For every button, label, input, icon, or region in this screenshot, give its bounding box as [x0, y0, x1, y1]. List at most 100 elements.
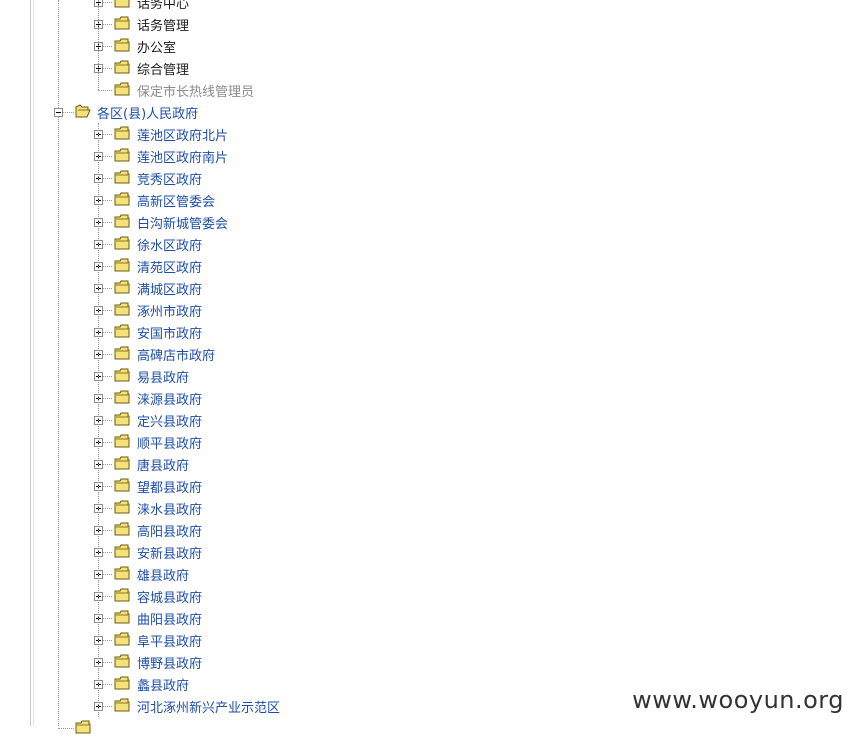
- tree-node-label[interactable]: 综合管理: [137, 59, 189, 78]
- folder-icon: [114, 324, 130, 338]
- tree-node-district-child[interactable]: 阜平县政府: [0, 629, 640, 651]
- tree-node-label[interactable]: 曲阳县政府: [137, 609, 202, 628]
- tree-guide-horizontal: [58, 728, 74, 729]
- collapse-minus-icon[interactable]: [54, 108, 63, 117]
- tree-node-label[interactable]: 莲池区政府北片: [137, 125, 228, 144]
- folder-icon: [114, 192, 130, 206]
- folder-icon: [114, 544, 130, 558]
- tree-node-district-child[interactable]: 高碑店市政府: [0, 343, 640, 365]
- tree-node-district-child[interactable]: 易县政府: [0, 365, 640, 387]
- tree-node-label[interactable]: 安新县政府: [137, 543, 202, 562]
- tree-node-label[interactable]: 高阳县政府: [137, 521, 202, 540]
- folder-icon: [114, 456, 130, 470]
- folder-icon: [114, 654, 130, 668]
- tree-node-district-child[interactable]: 满城区政府: [0, 277, 640, 299]
- tree-node-label[interactable]: 清苑区政府: [137, 257, 202, 276]
- tree-node[interactable]: 办公室: [0, 35, 640, 57]
- folder-icon: [114, 16, 130, 30]
- tree-node-label[interactable]: 雄县政府: [137, 565, 189, 584]
- tree-node[interactable]: 综合管理: [0, 57, 640, 79]
- tree-node-district-child[interactable]: 涞源县政府: [0, 387, 640, 409]
- tree-node-district-child[interactable]: 蠡县政府: [0, 673, 640, 695]
- tree-node-label[interactable]: 定兴县政府: [137, 411, 202, 430]
- tree-node-label[interactable]: 河北涿州新兴产业示范区: [137, 697, 280, 716]
- tree-node-label[interactable]: 安国市政府: [137, 323, 202, 342]
- tree-node-district-child[interactable]: 容城县政府: [0, 585, 640, 607]
- folder-icon: [114, 82, 130, 96]
- folder-icon: [75, 720, 91, 734]
- folder-icon: [114, 412, 130, 426]
- folder-icon: [114, 258, 130, 272]
- tree-node-district-child[interactable]: 望都县政府: [0, 475, 640, 497]
- tree-node-district-child[interactable]: 曲阳县政府: [0, 607, 640, 629]
- tree-node-district-child[interactable]: 莲池区政府南片: [0, 145, 640, 167]
- folder-icon: [114, 434, 130, 448]
- tree-node-label[interactable]: 保定市长热线管理员: [137, 81, 254, 100]
- tree-node-district-child[interactable]: 莲池区政府北片: [0, 123, 640, 145]
- tree-guide-vertical: [98, 123, 99, 717]
- tree-node-label[interactable]: 徐水区政府: [137, 235, 202, 254]
- tree-node-label[interactable]: 莲池区政府南片: [137, 147, 228, 166]
- folder-icon: [114, 632, 130, 646]
- tree-node-label[interactable]: 办公室: [137, 37, 176, 56]
- folder-icon: [114, 346, 130, 360]
- tree-guide-vertical: [98, 0, 99, 90]
- folder-icon: [114, 236, 130, 250]
- tree-node-district-child[interactable]: 白沟新城管委会: [0, 211, 640, 233]
- folder-icon: [114, 170, 130, 184]
- folder-icon: [114, 148, 130, 162]
- tree-node-label[interactable]: 阜平县政府: [137, 631, 202, 650]
- tree-node-label[interactable]: 白沟新城管委会: [137, 213, 228, 232]
- tree-node-label[interactable]: 博野县政府: [137, 653, 202, 672]
- folder-icon: [114, 0, 130, 8]
- tree-node-label[interactable]: 易县政府: [137, 367, 189, 386]
- tree-node-label[interactable]: 顺平县政府: [137, 433, 202, 452]
- tree-node-district-child[interactable]: 唐县政府: [0, 453, 640, 475]
- tree-node-label[interactable]: 容城县政府: [137, 587, 202, 606]
- tree-node-district-child[interactable]: 雄县政府: [0, 563, 640, 585]
- tree-node[interactable]: 话务管理: [0, 13, 640, 35]
- folder-icon: [114, 302, 130, 316]
- tree-node-district-child[interactable]: 高阳县政府: [0, 519, 640, 541]
- folder-icon: [114, 500, 130, 514]
- tree-node-district-child[interactable]: 顺平县政府: [0, 431, 640, 453]
- tree-node[interactable]: 保定市长热线管理员: [0, 79, 640, 101]
- tree-node-label[interactable]: 涞源县政府: [137, 389, 202, 408]
- folder-icon: [114, 698, 130, 712]
- folder-icon: [114, 280, 130, 294]
- tree-node-label[interactable]: 话务管理: [137, 15, 189, 34]
- tree-node-district-child[interactable]: 安国市政府: [0, 321, 640, 343]
- watermark: www.wooyun.org: [632, 686, 844, 714]
- tree-node-label[interactable]: 高新区管委会: [137, 191, 215, 210]
- folder-icon: [114, 566, 130, 580]
- tree-node-district-child[interactable]: 徐水区政府: [0, 233, 640, 255]
- folder-icon: [114, 368, 130, 382]
- tree-node-label[interactable]: 唐县政府: [137, 455, 189, 474]
- tree-node-district-child[interactable]: 涞水县政府: [0, 497, 640, 519]
- tree-node[interactable]: 话务中心: [0, 0, 640, 13]
- folder-icon: [114, 126, 130, 140]
- tree-node-label[interactable]: 各区(县)人民政府: [97, 103, 198, 122]
- tree-node-label[interactable]: 竞秀区政府: [137, 169, 202, 188]
- tree-node-label[interactable]: 满城区政府: [137, 279, 202, 298]
- tree-node-label[interactable]: 望都县政府: [137, 477, 202, 496]
- tree-node-label[interactable]: 蠡县政府: [137, 675, 189, 694]
- tree-node-label[interactable]: 涞水县政府: [137, 499, 202, 518]
- folder-icon: [114, 588, 130, 602]
- folder-icon: [114, 522, 130, 536]
- tree-node-district-child[interactable]: 博野县政府: [0, 651, 640, 673]
- tree-node-district-child[interactable]: 涿州市政府: [0, 299, 640, 321]
- tree-node-district-child[interactable]: 高新区管委会: [0, 189, 640, 211]
- folder-icon: [114, 478, 130, 492]
- tree-node-district-child[interactable]: 清苑区政府: [0, 255, 640, 277]
- tree-node-label[interactable]: 高碑店市政府: [137, 345, 215, 364]
- tree-node-district-child[interactable]: 竞秀区政府: [0, 167, 640, 189]
- tree-node-district-child[interactable]: 定兴县政府: [0, 409, 640, 431]
- tree-node-district[interactable]: 各区(县)人民政府: [0, 101, 640, 123]
- tree-node-label[interactable]: 话务中心: [137, 0, 189, 12]
- tree-node-label[interactable]: 涿州市政府: [137, 301, 202, 320]
- tree-node-district-child[interactable]: 河北涿州新兴产业示范区: [0, 695, 640, 717]
- tree-node-district-child[interactable]: 安新县政府: [0, 541, 640, 563]
- folder-icon: [114, 38, 130, 52]
- folder-icon: [114, 60, 130, 74]
